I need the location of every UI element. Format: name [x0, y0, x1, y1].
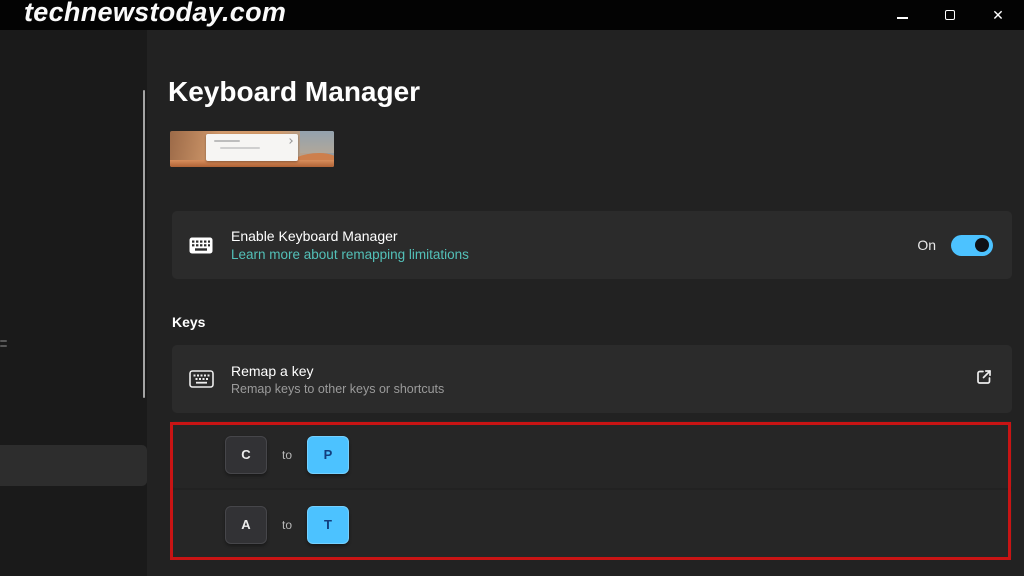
target-keycap: P — [307, 436, 349, 474]
remap-card-subtitle: Remap keys to other keys or shortcuts — [231, 382, 444, 396]
remapping-limitations-link[interactable]: Learn more about remapping limitations — [231, 247, 469, 262]
remap-row[interactable]: A to T — [172, 490, 1012, 559]
titlebar: technewstoday.com ✕ — [0, 0, 1024, 30]
scrollbar-thumb[interactable] — [143, 90, 145, 398]
minimize-icon — [897, 17, 908, 19]
keyboard-filled-icon — [188, 237, 214, 254]
open-in-new-icon — [974, 367, 994, 392]
sidebar-item-keyboard-manager[interactable] — [0, 445, 147, 486]
banner-foreground — [170, 160, 334, 167]
source-keycap: A — [225, 506, 267, 544]
page-title: Keyboard Manager — [168, 76, 420, 108]
app-window: technewstoday.com ✕ Keyboard Manager — [0, 0, 1024, 576]
sidebar-partial-icon — [0, 337, 7, 352]
remap-list: C to P A to T — [172, 421, 1012, 559]
maximize-button[interactable] — [926, 0, 974, 30]
remap-connector-label: to — [282, 448, 292, 462]
enable-card-text: Enable Keyboard Manager Learn more about… — [231, 228, 469, 262]
remap-a-key-card[interactable]: Remap a key Remap keys to other keys or … — [172, 345, 1012, 413]
toggle-group: On — [917, 211, 993, 279]
keyboard-outline-icon — [188, 370, 214, 388]
toggle-knob — [975, 238, 989, 252]
close-button[interactable]: ✕ — [974, 0, 1022, 30]
remap-card-text: Remap a key Remap keys to other keys or … — [231, 363, 444, 396]
toggle-state-label: On — [917, 237, 936, 253]
app-body: Keyboard Manager — [0, 30, 1024, 576]
watermark-text: technewstoday.com — [24, 0, 286, 28]
remap-card-title: Remap a key — [231, 363, 444, 379]
remap-row[interactable]: C to P — [172, 421, 1012, 488]
minimize-button[interactable] — [878, 0, 926, 30]
sidebar — [0, 30, 147, 576]
banner-sky — [300, 131, 334, 153]
banner-dialog — [206, 134, 298, 161]
content-pane: Keyboard Manager — [147, 30, 1024, 576]
target-keycap: T — [307, 506, 349, 544]
close-icon: ✕ — [992, 8, 1004, 22]
maximize-icon — [945, 10, 955, 20]
remap-connector-label: to — [282, 518, 292, 532]
open-remap-editor-button[interactable] — [973, 368, 995, 390]
window-controls: ✕ — [878, 0, 1022, 30]
enable-keyboard-manager-card: Enable Keyboard Manager Learn more about… — [172, 211, 1012, 279]
source-keycap: C — [225, 436, 267, 474]
keyboard-manager-banner-image — [170, 131, 334, 167]
keys-section-header: Keys — [172, 314, 205, 330]
enable-keyboard-manager-toggle[interactable] — [951, 235, 993, 256]
enable-card-title: Enable Keyboard Manager — [231, 228, 469, 244]
